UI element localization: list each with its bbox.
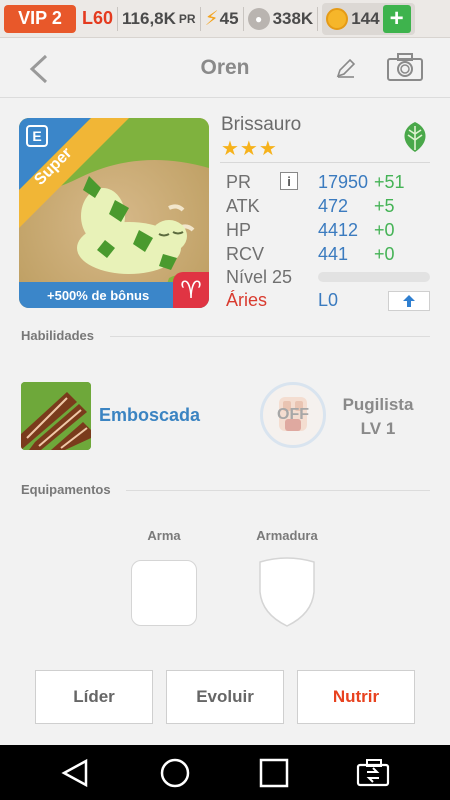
- weapon-label: Arma: [147, 528, 181, 543]
- coin-icon: [326, 7, 349, 30]
- skills-section-title: Habilidades: [21, 328, 94, 343]
- stat-label-rcv: RCV: [226, 244, 265, 264]
- pencil-icon[interactable]: [334, 56, 358, 80]
- energy-value: 45: [219, 8, 239, 28]
- monster-name: Brissauro: [221, 114, 302, 135]
- food-counter: ● 338K: [247, 7, 314, 30]
- weapon-slot[interactable]: [131, 560, 197, 626]
- upgrade-sign-button[interactable]: [388, 291, 430, 311]
- page-title: Oren: [200, 55, 250, 79]
- divider: [199, 6, 201, 31]
- stat-bonus-pr: +51: [374, 172, 405, 192]
- stat-bonus-hp: +0: [374, 220, 395, 240]
- passive-skill-label: Pugilista LV 1: [332, 393, 424, 441]
- add-coins-button[interactable]: +: [382, 4, 411, 33]
- arrow-up-icon: [403, 295, 415, 307]
- food-value: 338K: [272, 8, 314, 28]
- page-header: Oren: [0, 38, 450, 98]
- divider: [317, 6, 319, 31]
- star-rating: ★★★: [221, 138, 278, 160]
- divider: [110, 336, 430, 337]
- resource-bar: VIP 2 L60 116,8K PR ⚡ 45 ● 338K 144 +: [0, 0, 450, 38]
- vip-badge[interactable]: VIP 2: [4, 4, 76, 33]
- switch-apps-icon[interactable]: [355, 755, 391, 791]
- leaf-element-icon: [404, 122, 426, 152]
- divider: [242, 6, 244, 31]
- coin-value: 144: [351, 8, 380, 28]
- lightning-icon: ⚡: [204, 8, 219, 30]
- stat-label-atk: ATK: [226, 196, 260, 216]
- passive-skill-level: LV 1: [360, 419, 396, 438]
- passive-skill-icon[interactable]: OFF: [260, 382, 326, 448]
- equipment-section-title: Equipamentos: [21, 482, 111, 497]
- sign-level: L0: [318, 290, 339, 310]
- stat-value-atk: 472: [318, 196, 349, 216]
- back-triangle-icon[interactable]: [58, 755, 94, 791]
- power-counter: 116,8K PR: [122, 9, 196, 29]
- monster-portrait-card[interactable]: E Super +500% de bônus ♈: [19, 118, 209, 308]
- feed-button[interactable]: Nutrir: [297, 670, 415, 724]
- stat-value-hp: 4412: [318, 220, 359, 240]
- info-icon[interactable]: i: [280, 172, 298, 190]
- level-label: Nível 25: [226, 267, 293, 287]
- armor-slot[interactable]: [254, 556, 320, 628]
- camera-icon[interactable]: [386, 52, 424, 82]
- paw-icon: ●: [247, 7, 270, 30]
- stat-value-pr: 17950: [318, 172, 369, 192]
- power-unit: PR: [178, 11, 196, 26]
- divider: [126, 490, 430, 491]
- stat-value-rcv: 441: [318, 244, 349, 264]
- passive-skill-name: Pugilista: [342, 395, 414, 414]
- skill-off-label: OFF: [277, 406, 309, 423]
- armor-label: Armadura: [256, 528, 318, 543]
- power-value: 116,8K: [122, 8, 176, 28]
- svg-text:E: E: [32, 128, 41, 144]
- stat-label-hp: HP: [226, 220, 252, 240]
- back-arrow-icon[interactable]: [24, 52, 54, 86]
- recent-apps-icon[interactable]: [256, 755, 292, 791]
- android-nav-bar: [0, 745, 450, 800]
- coin-counter: 144 +: [322, 2, 415, 35]
- stat-bonus-atk: +5: [374, 196, 395, 216]
- experience-bar: [318, 272, 430, 282]
- aries-sign-icon: ♈: [173, 272, 209, 308]
- energy-counter: ⚡ 45: [205, 6, 239, 31]
- evolve-button[interactable]: Evoluir: [166, 670, 284, 724]
- divider: [220, 162, 430, 163]
- stat-label-pr: PR: [226, 172, 252, 192]
- claws-icon: [21, 382, 91, 450]
- divider: [117, 6, 119, 31]
- ambush-skill-icon[interactable]: [21, 382, 91, 450]
- active-skill-name[interactable]: Emboscada: [99, 405, 200, 426]
- leader-button[interactable]: Líder: [35, 670, 153, 724]
- player-level: L60: [82, 8, 114, 28]
- stat-bonus-rcv: +0: [374, 244, 395, 264]
- home-circle-icon[interactable]: [157, 755, 193, 791]
- sign-label: Áries: [226, 290, 268, 310]
